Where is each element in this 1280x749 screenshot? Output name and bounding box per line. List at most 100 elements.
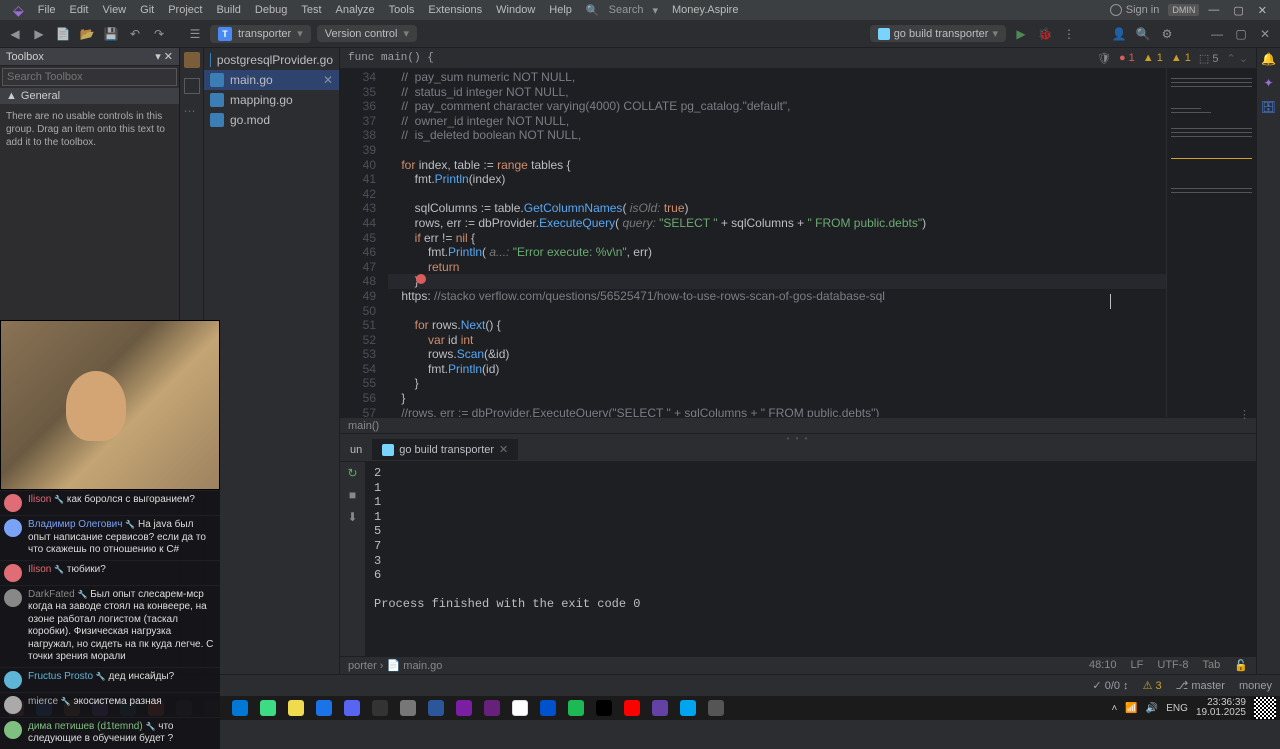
- structure-icon[interactable]: [184, 78, 200, 94]
- task-app-icon[interactable]: [704, 698, 728, 718]
- project-breadcrumb[interactable]: T transporter ▾: [210, 25, 311, 43]
- go-file-icon: [210, 73, 224, 87]
- redo-icon[interactable]: ↷: [150, 25, 168, 43]
- task-app-icon[interactable]: [620, 698, 644, 718]
- task-app-icon[interactable]: [424, 698, 448, 718]
- hamburger-icon[interactable]: ☰: [186, 25, 204, 43]
- file-item[interactable]: postgresqlProvider.go: [204, 50, 339, 70]
- run-tab[interactable]: un: [340, 440, 372, 460]
- nav-hint[interactable]: main(): [348, 420, 379, 432]
- line-ending[interactable]: LF: [1131, 659, 1144, 672]
- down-icon[interactable]: ⬇: [347, 510, 357, 524]
- menu-help[interactable]: Help: [544, 4, 577, 16]
- menu-view[interactable]: View: [97, 4, 131, 16]
- vcs-widget[interactable]: Version control ▾: [317, 25, 417, 42]
- task-app-icon[interactable]: [284, 698, 308, 718]
- tests-status[interactable]: ✓ 0/0 ↕: [1092, 679, 1128, 692]
- ai-icon[interactable]: ✦: [1263, 76, 1273, 90]
- project-status[interactable]: money: [1239, 680, 1272, 692]
- encoding[interactable]: UTF-8: [1157, 659, 1188, 672]
- tray-lang[interactable]: ENG: [1166, 703, 1188, 714]
- nav-back-icon[interactable]: ◀: [6, 25, 24, 43]
- readonly-icon[interactable]: 🔓: [1234, 659, 1248, 672]
- close-file-icon[interactable]: ✕: [323, 73, 333, 87]
- database-icon[interactable]: 🗄: [1261, 100, 1276, 114]
- menu-analyze[interactable]: Analyze: [331, 4, 380, 16]
- nav-fwd-icon[interactable]: ▶: [30, 25, 48, 43]
- sign-in-button[interactable]: Sign in: [1105, 4, 1165, 16]
- splitter[interactable]: • • •: [340, 433, 1256, 438]
- task-app-icon[interactable]: [508, 698, 532, 718]
- task-app-icon[interactable]: [452, 698, 476, 718]
- stop-icon[interactable]: ■: [349, 488, 356, 502]
- file-item[interactable]: go.mod: [204, 110, 339, 130]
- tray-volume-icon[interactable]: 🔊: [1146, 703, 1158, 714]
- account-icon[interactable]: 👤: [1110, 25, 1128, 43]
- indent[interactable]: Tab: [1203, 659, 1221, 672]
- menu-debug[interactable]: Debug: [250, 4, 292, 16]
- debug-button-icon[interactable]: 🐞: [1036, 25, 1054, 43]
- notifications-icon[interactable]: 🔔: [1261, 52, 1276, 66]
- run-tab[interactable]: go build transporter ✕: [372, 439, 518, 460]
- menu-file[interactable]: File: [33, 4, 61, 16]
- task-app-icon[interactable]: [396, 698, 420, 718]
- tray-chevron-icon[interactable]: ˄: [1112, 703, 1118, 714]
- file-item[interactable]: mapping.go: [204, 90, 339, 110]
- task-app-icon[interactable]: [340, 698, 364, 718]
- menu-git[interactable]: Git: [135, 4, 159, 16]
- toolbox-search-input[interactable]: [2, 68, 177, 86]
- menu-test[interactable]: Test: [296, 4, 326, 16]
- menu-project[interactable]: Project: [163, 4, 207, 16]
- menu-tools[interactable]: Tools: [384, 4, 420, 16]
- menu-search[interactable]: 🔍 Search ▾: [581, 4, 663, 17]
- task-app-icon[interactable]: [676, 698, 700, 718]
- admin-badge: DMIN: [1168, 4, 1199, 16]
- open-icon[interactable]: 📂: [78, 25, 96, 43]
- tray-wifi-icon[interactable]: 📶: [1125, 703, 1137, 714]
- tray-clock[interactable]: 23:36:3919.01.2025: [1196, 698, 1246, 718]
- chat-avatar-icon: [4, 519, 22, 537]
- menu-edit[interactable]: Edit: [65, 4, 94, 16]
- sticky-signature: func main() {: [348, 52, 434, 64]
- run-button-icon[interactable]: ▶: [1012, 25, 1030, 43]
- task-app-icon[interactable]: [368, 698, 392, 718]
- more-run-icon[interactable]: ⋮: [1060, 25, 1078, 43]
- close-icon[interactable]: ✕: [1253, 4, 1272, 17]
- task-app-icon[interactable]: [564, 698, 588, 718]
- nav-breadcrumb[interactable]: porter › 📄 main.go: [348, 659, 442, 672]
- minimap[interactable]: [1166, 68, 1256, 417]
- run-config-selector[interactable]: go build transporter ▾: [870, 25, 1006, 42]
- code-editor[interactable]: 3435363738394041424344454647484950515253…: [340, 68, 1256, 417]
- git-branch[interactable]: ⎇ master: [1176, 679, 1225, 692]
- toolbox-group[interactable]: ▲ General: [0, 88, 179, 104]
- save-icon[interactable]: 💾: [102, 25, 120, 43]
- file-item[interactable]: main.go ✕: [204, 70, 339, 90]
- caret-pos[interactable]: 48:10: [1089, 659, 1117, 672]
- close2-icon[interactable]: ✕: [1256, 25, 1274, 43]
- task-app-icon[interactable]: [480, 698, 504, 718]
- run-output[interactable]: 2 1 1 1 5 7 3 6 Process finished with th…: [366, 462, 1256, 656]
- menu-window[interactable]: Window: [491, 4, 540, 16]
- task-app-icon[interactable]: [648, 698, 672, 718]
- warnings-status[interactable]: ⚠ 3: [1143, 679, 1162, 692]
- max-icon[interactable]: ▢: [1232, 25, 1250, 43]
- rerun-icon[interactable]: ↻: [347, 466, 357, 480]
- maximize-icon[interactable]: ▢: [1228, 4, 1248, 17]
- folder-icon[interactable]: [184, 52, 200, 68]
- minimize-icon[interactable]: —: [1203, 4, 1224, 16]
- new-file-icon[interactable]: 📄: [54, 25, 72, 43]
- task-app-icon[interactable]: [228, 698, 252, 718]
- task-app-icon[interactable]: [256, 698, 280, 718]
- menu-build[interactable]: Build: [211, 4, 245, 16]
- task-app-icon[interactable]: [536, 698, 560, 718]
- task-app-icon[interactable]: [592, 698, 616, 718]
- more-tools-icon[interactable]: ⋯: [184, 104, 200, 120]
- task-app-icon[interactable]: [312, 698, 336, 718]
- search-everywhere-icon[interactable]: 🔍: [1134, 25, 1152, 43]
- min-icon[interactable]: —: [1208, 25, 1226, 43]
- settings-icon[interactable]: ⚙: [1158, 25, 1176, 43]
- close-tab-icon[interactable]: ✕: [499, 443, 508, 456]
- undo-icon[interactable]: ↶: [126, 25, 144, 43]
- inspections-widget[interactable]: 🛡 ● 1 ▲ 1 ▲ 1 ⬚ 5 ⌃ ⌄: [1097, 52, 1248, 65]
- menu-extensions[interactable]: Extensions: [423, 4, 487, 16]
